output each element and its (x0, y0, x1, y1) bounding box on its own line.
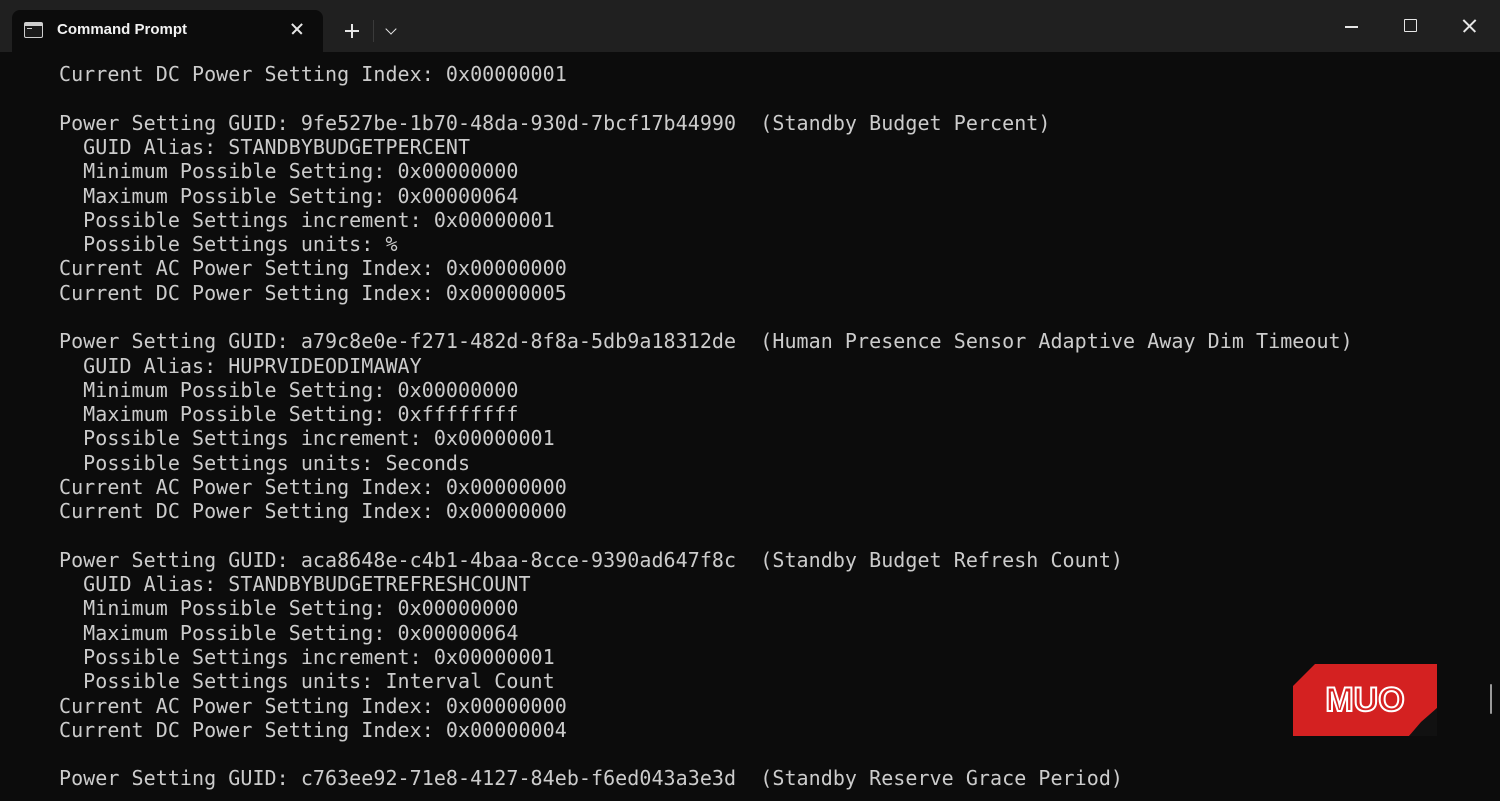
tab-command-prompt[interactable]: Command Prompt (12, 10, 323, 52)
close-window-icon[interactable] (1441, 0, 1499, 52)
scrollbar[interactable] (1490, 684, 1492, 714)
terminal-line: Power Setting GUID: a79c8e0e-f271-482d-8… (59, 329, 1353, 353)
terminal-line: Current AC Power Setting Index: 0x000000… (59, 694, 567, 718)
terminal-line: Current DC Power Setting Index: 0x000000… (59, 718, 567, 742)
minimize-icon[interactable] (1322, 0, 1380, 52)
terminal-line: GUID Alias: STANDBYBUDGETPERCENT (59, 135, 471, 159)
terminal-line: Power Setting GUID: aca8648e-c4b1-4baa-8… (59, 548, 1124, 572)
terminal-line: Possible Settings units: Interval Count (59, 669, 555, 693)
terminal-line: Possible Settings units: % (59, 232, 398, 256)
terminal-line: Possible Settings increment: 0x00000001 (59, 208, 555, 232)
terminal-line: Minimum Possible Setting: 0x00000000 (59, 159, 519, 183)
terminal-line: Possible Settings units: Seconds (59, 451, 471, 475)
tab-title: Command Prompt (57, 21, 188, 38)
command-prompt-icon (24, 22, 43, 38)
close-tab-icon[interactable] (288, 20, 306, 38)
terminal-line: Maximum Possible Setting: 0x00000064 (59, 621, 519, 645)
terminal-line: Power Setting GUID: c763ee92-71e8-4127-8… (59, 766, 1124, 790)
terminal-line: Maximum Possible Setting: 0x00000064 (59, 184, 519, 208)
terminal-line: Current DC Power Setting Index: 0x000000… (59, 62, 567, 86)
title-bar: Command Prompt (0, 0, 1500, 52)
chevron-down-icon[interactable] (383, 23, 401, 39)
terminal-line: Possible Settings increment: 0x00000001 (59, 426, 555, 450)
terminal-line: Possible Settings increment: 0x00000001 (59, 645, 555, 669)
terminal-output[interactable]: Current DC Power Setting Index: 0x000000… (0, 52, 1500, 801)
watermark-text: MUO (1325, 681, 1404, 719)
terminal-line: Minimum Possible Setting: 0x00000000 (59, 378, 519, 402)
maximize-icon[interactable] (1381, 0, 1439, 52)
terminal-line: Power Setting GUID: 9fe527be-1b70-48da-9… (59, 111, 1051, 135)
terminal-line: Current AC Power Setting Index: 0x000000… (59, 256, 567, 280)
terminal-window: Command Prompt Current DC Power Setting … (0, 0, 1500, 801)
terminal-line: Current AC Power Setting Index: 0x000000… (59, 475, 567, 499)
terminal-line: GUID Alias: STANDBYBUDGETREFRESHCOUNT (59, 572, 531, 596)
terminal-line: GUID Alias: HUPRVIDEODIMAWAY (59, 354, 422, 378)
terminal-line: Maximum Possible Setting: 0xffffffff (59, 402, 519, 426)
new-tab-plus-icon[interactable] (342, 21, 362, 41)
terminal-line: Current DC Power Setting Index: 0x000000… (59, 499, 567, 523)
muo-logo: MUO (1293, 664, 1437, 736)
tab-divider (373, 20, 374, 42)
terminal-line: Current DC Power Setting Index: 0x000000… (59, 281, 567, 305)
terminal-line: Minimum Possible Setting: 0x00000000 (59, 596, 519, 620)
